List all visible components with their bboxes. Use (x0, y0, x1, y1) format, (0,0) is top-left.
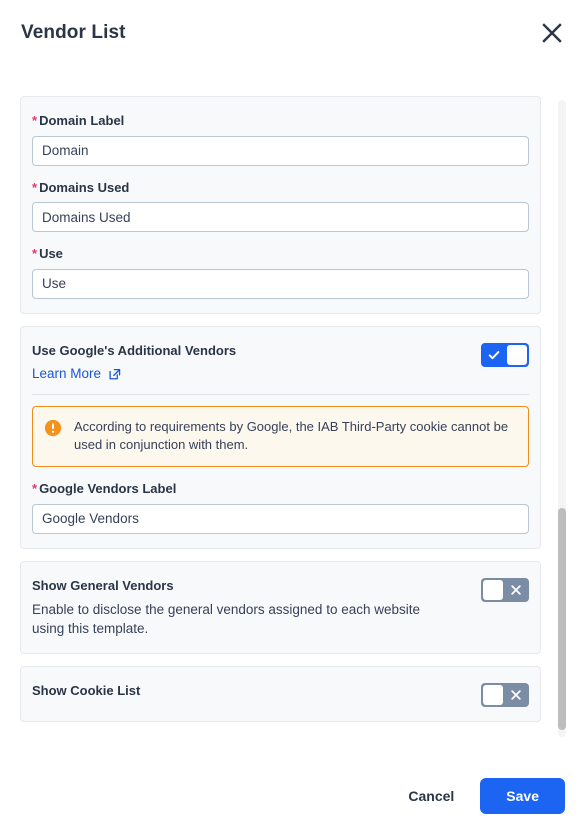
check-icon (482, 343, 506, 367)
cookie-list-text: Show Cookie List (32, 683, 481, 699)
close-icon (504, 578, 528, 602)
toggle-knob (483, 579, 503, 600)
scrollbar-track[interactable] (558, 100, 566, 737)
external-link-icon (108, 367, 122, 381)
alert-circle-icon (44, 419, 62, 442)
close-icon (504, 683, 528, 707)
field-domains-used: * Domains Used (21, 180, 540, 233)
label-text: Google Vendors Label (39, 480, 177, 496)
general-vendors-title: Show General Vendors (32, 577, 174, 593)
page-title: Vendor List (21, 22, 126, 43)
modal-footer: Cancel Save (0, 759, 587, 833)
field-label: * Google Vendors Label (32, 481, 529, 497)
use-input[interactable] (32, 268, 529, 299)
label-text: Use (39, 246, 63, 262)
modal-scroll-area: *Domain Label *Domains Used *Use (0, 96, 587, 741)
google-vendors-warning: According to requirements by Google, the… (32, 406, 529, 467)
cookie-list-title: Show Cookie List (32, 682, 141, 698)
label-text: Domain Label (39, 113, 125, 128)
domain-fields-card: *Domain Label *Domains Used *Use (20, 96, 541, 314)
toggle-knob (507, 344, 527, 365)
general-vendors-card: Show General Vendors Enable to disclose … (20, 560, 541, 654)
save-button[interactable]: Save (480, 778, 565, 814)
label-text: Domains Used (39, 179, 130, 195)
domains-used-input[interactable] (32, 202, 529, 233)
learn-more-link[interactable]: Learn More (32, 366, 122, 381)
google-vendors-toggle[interactable] (481, 342, 529, 367)
learn-more-label: Learn More (32, 366, 102, 382)
cancel-button[interactable]: Cancel (398, 780, 464, 812)
general-vendors-description: Enable to disclose the general vendors a… (32, 601, 420, 637)
google-vendors-title: Use Google's Additional Vendors (32, 342, 237, 358)
toggle-knob (483, 684, 503, 705)
scrollbar-thumb[interactable] (558, 508, 566, 730)
general-vendors-toggle-row: Show General Vendors Enable to disclose … (21, 577, 540, 639)
field-label: * Use (32, 246, 529, 262)
section-divider (32, 394, 529, 396)
domain-label-input[interactable] (32, 135, 529, 166)
required-asterisk: * (32, 113, 38, 128)
google-vendors-card: Use Google's Additional Vendors Learn Mo… (20, 325, 541, 549)
modal-header: Vendor List (0, 0, 587, 66)
cookie-list-card: Show Cookie List (20, 665, 541, 722)
required-asterisk: * (32, 246, 38, 262)
required-asterisk: * (32, 480, 38, 496)
close-icon (540, 21, 564, 45)
field-label: * Domain Label (32, 113, 529, 129)
field-label: * Domains Used (32, 180, 529, 196)
required-asterisk: * (32, 179, 38, 195)
warning-text: According to requirements by Google, the… (74, 419, 509, 453)
field-domain-label: * Domain Label (21, 113, 540, 166)
google-vendors-text: Use Google's Additional Vendors Learn Mo… (32, 343, 481, 383)
field-use: * Use (21, 246, 540, 299)
close-button[interactable] (535, 16, 569, 50)
general-vendors-text: Show General Vendors Enable to disclose … (32, 578, 481, 639)
cookie-list-toggle[interactable] (481, 682, 529, 707)
cookie-list-toggle-row: Show Cookie List (21, 682, 540, 707)
google-vendors-label-input[interactable] (32, 503, 529, 534)
general-vendors-toggle[interactable] (481, 577, 529, 602)
field-google-vendors-label: * Google Vendors Label (21, 481, 540, 534)
google-vendors-toggle-row: Use Google's Additional Vendors Learn Mo… (21, 342, 540, 383)
